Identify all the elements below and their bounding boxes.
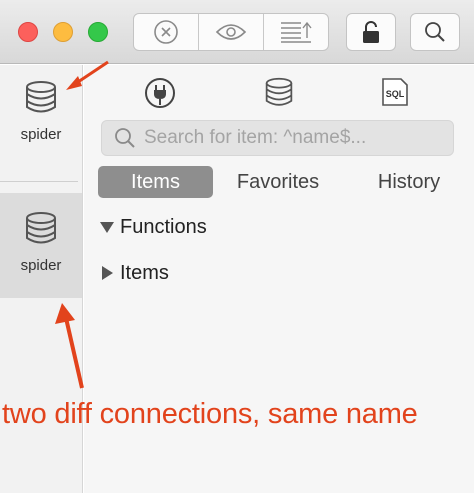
tab-database[interactable] bbox=[264, 77, 294, 107]
annotation-text: two diff connections, same name bbox=[2, 398, 418, 430]
toolbar-segmented-control bbox=[133, 13, 329, 51]
preview-button[interactable] bbox=[199, 14, 264, 50]
tab-connection[interactable] bbox=[144, 77, 176, 109]
database-icon bbox=[265, 77, 293, 106]
connection-label: spider bbox=[20, 126, 62, 143]
search-icon bbox=[425, 22, 445, 42]
search-field bbox=[101, 120, 454, 156]
disclosure-expanded-icon[interactable] bbox=[98, 220, 116, 234]
connection-item-2[interactable]: spider bbox=[0, 193, 82, 298]
search-icon bbox=[115, 128, 135, 148]
tree-node-functions[interactable]: Functions bbox=[98, 213, 207, 241]
svg-text:SQL: SQL bbox=[386, 89, 405, 99]
item-tree: Functions Items bbox=[98, 213, 207, 305]
clear-button[interactable] bbox=[134, 14, 199, 50]
toolbar-search-button[interactable] bbox=[410, 13, 460, 51]
disclosure-collapsed-icon[interactable] bbox=[98, 265, 116, 281]
sql-icon: SQL bbox=[382, 78, 408, 106]
connection-item-1[interactable]: spider bbox=[0, 80, 82, 185]
sort-button[interactable] bbox=[264, 14, 328, 50]
view-tabs: Items Favorites History bbox=[98, 166, 458, 198]
close-window-button[interactable] bbox=[18, 22, 38, 42]
lock-button[interactable] bbox=[346, 13, 396, 51]
lock-icon bbox=[363, 21, 379, 43]
connection-label: spider bbox=[20, 257, 62, 274]
tab-items[interactable]: Items bbox=[98, 166, 213, 198]
toolbar bbox=[0, 0, 474, 64]
minimize-window-button[interactable] bbox=[53, 22, 73, 42]
tab-history[interactable]: History bbox=[360, 166, 458, 198]
tree-node-items[interactable]: Items bbox=[98, 259, 207, 287]
database-icon bbox=[26, 81, 56, 113]
database-icon bbox=[26, 212, 56, 244]
tree-node-label: Items bbox=[120, 261, 169, 284]
panel-icon-tabs: SQL bbox=[84, 77, 474, 109]
eye-icon bbox=[215, 24, 247, 40]
sidebar-divider bbox=[0, 181, 78, 182]
tab-favorites[interactable]: Favorites bbox=[228, 166, 328, 198]
tab-sql[interactable]: SQL bbox=[380, 77, 410, 107]
sort-up-icon bbox=[281, 21, 312, 43]
tree-node-label: Functions bbox=[120, 215, 207, 238]
zoom-window-button[interactable] bbox=[88, 22, 108, 42]
plug-icon bbox=[145, 78, 175, 108]
clear-icon bbox=[154, 20, 178, 44]
search-input[interactable] bbox=[144, 127, 444, 149]
